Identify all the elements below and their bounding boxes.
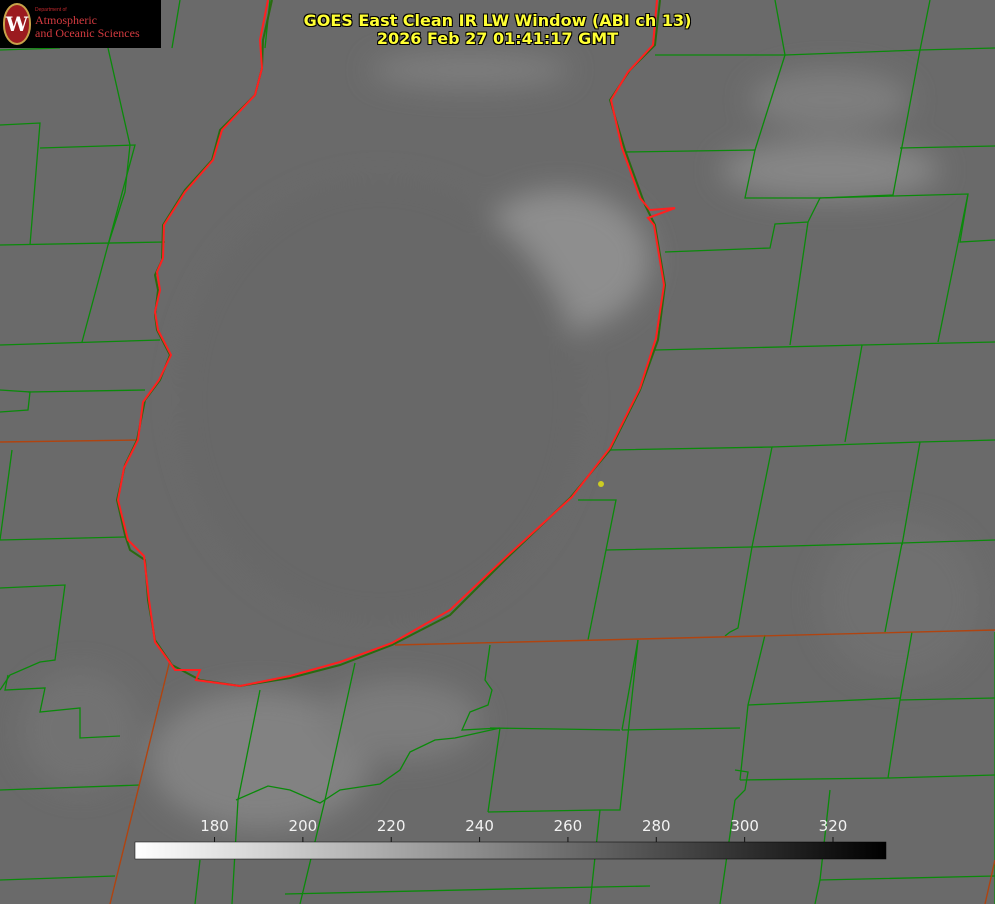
colorbar-tick-label: 220 <box>377 817 406 835</box>
colorbar-tick-label: 300 <box>730 817 759 835</box>
colorbar-tick-label: 280 <box>642 817 671 835</box>
colorbar-tick-label: 260 <box>554 817 583 835</box>
image-title: GOES East Clean IR LW Window (ABI ch 13) <box>303 11 692 30</box>
city-marker <box>598 481 604 487</box>
satellite-map: 180 200 220 240 260 280 300 320 <box>0 0 995 904</box>
colorbar-tick-label: 200 <box>289 817 318 835</box>
colorbar-tick-label: 180 <box>200 817 229 835</box>
image-timestamp: 2026 Feb 27 01:41:17 GMT <box>376 29 619 48</box>
colorbar-tick-label: 320 <box>819 817 848 835</box>
colorbar-gradient <box>134 841 887 860</box>
colorbar-tick-label: 240 <box>465 817 494 835</box>
